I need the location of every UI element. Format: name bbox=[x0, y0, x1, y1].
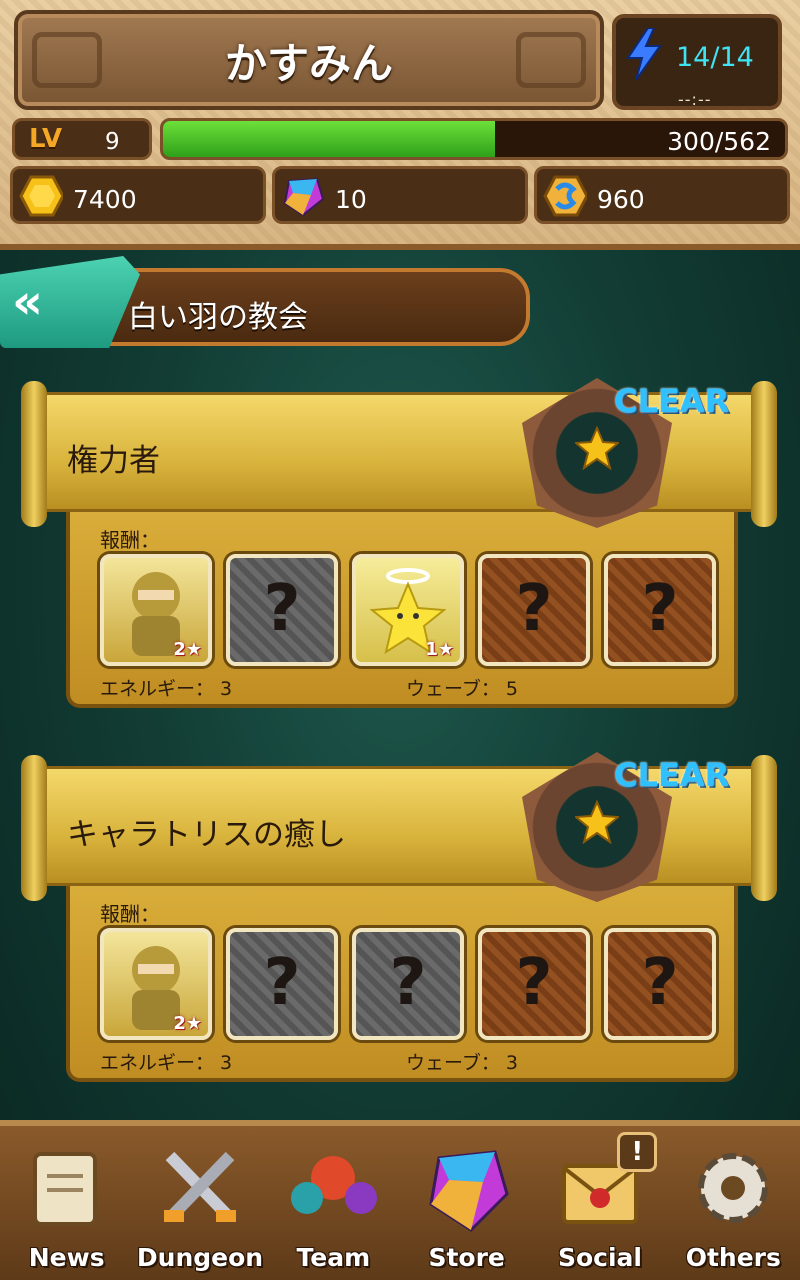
question-mark-icon: ? bbox=[389, 946, 427, 1020]
question-mark-icon: ? bbox=[641, 572, 679, 646]
reward-unknown-slot[interactable]: ? bbox=[478, 928, 590, 1040]
level-value: 9 bbox=[105, 129, 120, 155]
nav-news[interactable]: News bbox=[0, 1126, 133, 1280]
clear-label: CLEAR bbox=[614, 756, 730, 794]
gem-icon bbox=[428, 1150, 509, 1232]
reward-ninja-card[interactable]: 2★ bbox=[100, 554, 212, 666]
star-icon bbox=[575, 426, 619, 470]
nav-label: Team bbox=[296, 1243, 371, 1272]
ticket-value: 960 bbox=[597, 185, 645, 214]
reward-unknown-slot[interactable]: ? bbox=[226, 554, 338, 666]
reward-label: 報酬： bbox=[100, 902, 160, 926]
level-badge: LV 9 bbox=[12, 118, 152, 160]
reward-unknown-slot[interactable]: ? bbox=[352, 928, 464, 1040]
gem-counter[interactable]: 10 bbox=[272, 166, 528, 224]
scroll-icon bbox=[32, 1152, 97, 1226]
bottom-nav: News Dungeon Team Store ! Social Others bbox=[0, 1120, 800, 1280]
exp-bar: 300/562 bbox=[160, 118, 788, 160]
gem-value: 10 bbox=[335, 185, 367, 214]
energy-cost: エネルギー： 3 bbox=[100, 678, 233, 700]
ornament-left bbox=[32, 32, 102, 88]
notification-badge: ! bbox=[617, 1132, 658, 1172]
question-mark-icon: ? bbox=[515, 946, 553, 1020]
reward-ninja-card[interactable]: 2★ bbox=[100, 928, 212, 1040]
rainbow-gem-icon bbox=[283, 177, 325, 217]
reward-panel: 報酬： 2★ ? ? ? ? エネルギー： 3 ウェーブ： 3 bbox=[66, 886, 738, 1082]
energy-cost: エネルギー： 3 bbox=[100, 1052, 233, 1074]
level-tag: LV bbox=[29, 124, 63, 154]
nav-label: Others bbox=[685, 1243, 781, 1272]
reward-unknown-slot[interactable]: ? bbox=[604, 554, 716, 666]
nav-social[interactable]: ! Social bbox=[533, 1126, 666, 1280]
nav-store[interactable]: Store bbox=[400, 1126, 533, 1280]
wave-count: ウェーブ： 5 bbox=[406, 678, 518, 700]
rarity-badge: 1★ bbox=[425, 639, 454, 660]
question-mark-icon: ? bbox=[641, 946, 679, 1020]
rarity-badge: 2★ bbox=[173, 639, 202, 660]
double-chevron-left-icon: « bbox=[12, 274, 44, 330]
area-title: 白い羽の教会 bbox=[128, 300, 308, 335]
lightning-bolt-icon bbox=[626, 28, 662, 80]
player-name: かすみん bbox=[224, 38, 393, 88]
reward-unknown-slot[interactable]: ? bbox=[604, 928, 716, 1040]
stamina-value: 14/14 bbox=[676, 42, 754, 73]
reward-slots: 2★ ? ? ? ? bbox=[100, 928, 716, 1040]
reward-slots: 2★ ? 1★ ? ? bbox=[100, 554, 716, 666]
quest-title: キャラトリスの癒し bbox=[67, 817, 346, 853]
reward-unknown-slot[interactable]: ? bbox=[478, 554, 590, 666]
gear-icon bbox=[698, 1153, 769, 1223]
stamina-panel: 14/14 --:-- bbox=[612, 14, 782, 110]
gold-coin-icon bbox=[19, 175, 63, 217]
question-mark-icon: ? bbox=[263, 572, 301, 646]
player-name-plate: かすみん bbox=[14, 10, 604, 110]
area-title-bar: 白い羽の教会 bbox=[80, 268, 530, 346]
nav-others[interactable]: Others bbox=[667, 1126, 800, 1280]
ornament-right bbox=[516, 32, 586, 88]
star-icon bbox=[575, 800, 619, 844]
ticket-counter[interactable]: 960 bbox=[534, 166, 790, 224]
quest-title: 権力者 bbox=[67, 443, 160, 479]
nav-dungeon[interactable]: Dungeon bbox=[133, 1126, 266, 1280]
nav-label: Social bbox=[557, 1243, 642, 1272]
status-header: かすみん 14/14 --:-- LV 9 300/562 7400 10 96… bbox=[0, 0, 800, 250]
rarity-badge: 2★ bbox=[173, 1013, 202, 1034]
question-mark-icon: ? bbox=[263, 946, 301, 1020]
wave-count: ウェーブ： 3 bbox=[406, 1052, 518, 1074]
stamina-timer: --:-- bbox=[678, 90, 712, 109]
nav-team[interactable]: Team bbox=[267, 1126, 400, 1280]
monsters-icon bbox=[291, 1156, 378, 1214]
nav-label: Dungeon bbox=[136, 1243, 264, 1272]
blue-coin-icon bbox=[543, 175, 587, 217]
exp-bar-fill bbox=[163, 121, 496, 157]
reward-panel: 報酬： 2★ ? 1★ ? ? エネルギー： 3 ウェーブ： 5 bbox=[66, 512, 738, 708]
nav-label: Store bbox=[428, 1243, 505, 1272]
nav-label: News bbox=[28, 1243, 105, 1272]
reward-angel-star-card[interactable]: 1★ bbox=[352, 554, 464, 666]
gold-counter[interactable]: 7400 bbox=[10, 166, 266, 224]
reward-label: 報酬： bbox=[100, 528, 160, 552]
crossed-swords-icon bbox=[163, 1151, 236, 1223]
reward-unknown-slot[interactable]: ? bbox=[226, 928, 338, 1040]
clear-label: CLEAR bbox=[614, 382, 730, 420]
question-mark-icon: ? bbox=[515, 572, 553, 646]
gold-value: 7400 bbox=[73, 185, 137, 214]
exp-text: 300/562 bbox=[667, 127, 771, 156]
